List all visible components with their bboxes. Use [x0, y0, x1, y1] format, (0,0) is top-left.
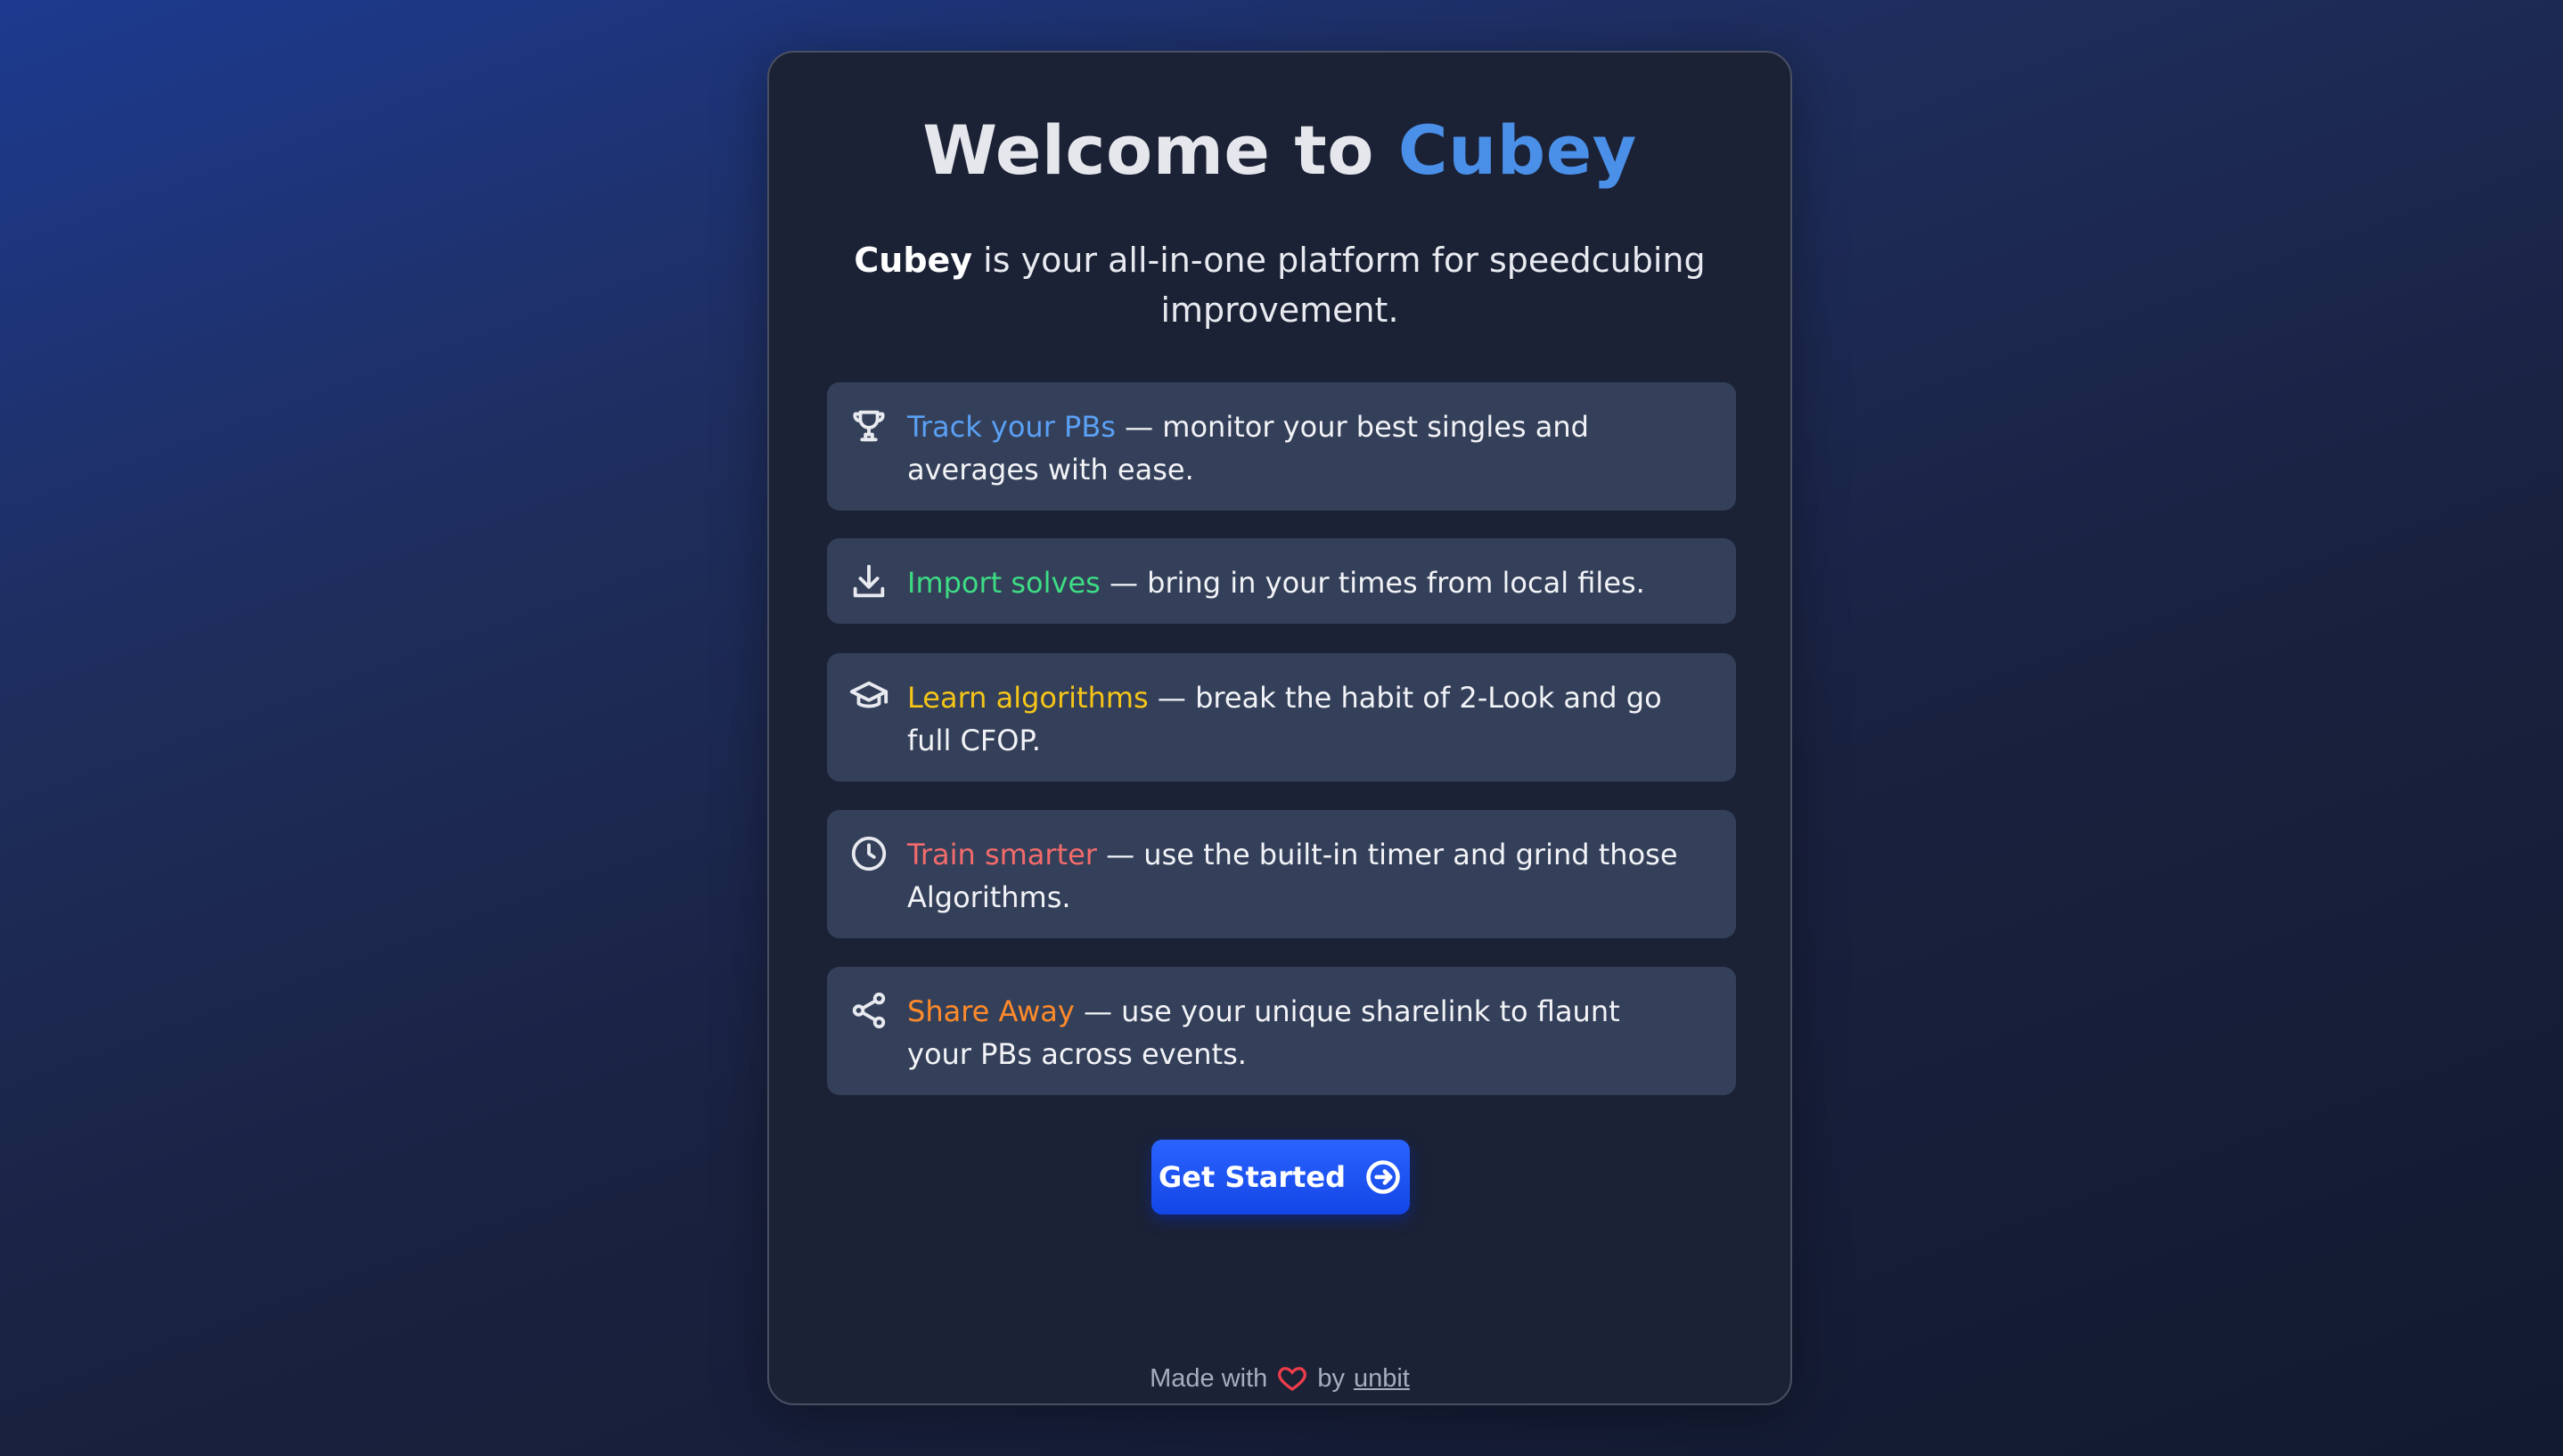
feature-description: — bring in your times from local files. — [1100, 566, 1645, 600]
feature-import-solves: Import solves — bring in your times from… — [827, 538, 1736, 624]
footer-by: by — [1317, 1363, 1345, 1393]
feature-highlight: Track your PBs — [907, 410, 1116, 444]
get-started-button[interactable]: Get Started — [1151, 1140, 1410, 1215]
get-started-label: Get Started — [1158, 1160, 1347, 1194]
arrow-right-circle-icon — [1363, 1157, 1403, 1197]
trophy-icon — [848, 405, 889, 446]
clock-icon — [848, 833, 889, 874]
intro-description: is your all-in-one platform for speedcub… — [972, 241, 1706, 330]
author-link[interactable]: unbit — [1354, 1364, 1410, 1394]
footer: Made with by unbit — [769, 1362, 1790, 1395]
graduation-cap-icon — [848, 676, 889, 717]
page-title: Welcome to Cubey — [769, 110, 1790, 190]
heart-icon — [1276, 1362, 1308, 1395]
feature-track-pbs: Track your PBs — monitor your best singl… — [827, 382, 1736, 511]
welcome-card: Welcome to Cubey Cubey is your all-in-on… — [767, 51, 1792, 1405]
title-brand: Cubey — [1397, 110, 1637, 190]
share-icon — [848, 990, 889, 1031]
feature-highlight: Import solves — [907, 566, 1101, 600]
title-prefix: Welcome to — [922, 110, 1398, 190]
intro-text: Cubey is your all-in-one platform for sp… — [849, 235, 1710, 335]
footer-made-with: Made with — [1150, 1363, 1268, 1393]
feature-highlight: Share Away — [907, 994, 1075, 1028]
feature-share-away: Share Away — use your unique sharelink t… — [827, 967, 1736, 1095]
intro-brand: Cubey — [854, 241, 973, 280]
feature-highlight: Learn algorithms — [907, 681, 1149, 715]
feature-highlight: Train smarter — [907, 838, 1097, 871]
feature-train-smarter: Train smarter — use the built-in timer a… — [827, 810, 1736, 938]
download-icon — [848, 561, 889, 602]
feature-learn-algorithms: Learn algorithms — break the habit of 2-… — [827, 653, 1736, 781]
